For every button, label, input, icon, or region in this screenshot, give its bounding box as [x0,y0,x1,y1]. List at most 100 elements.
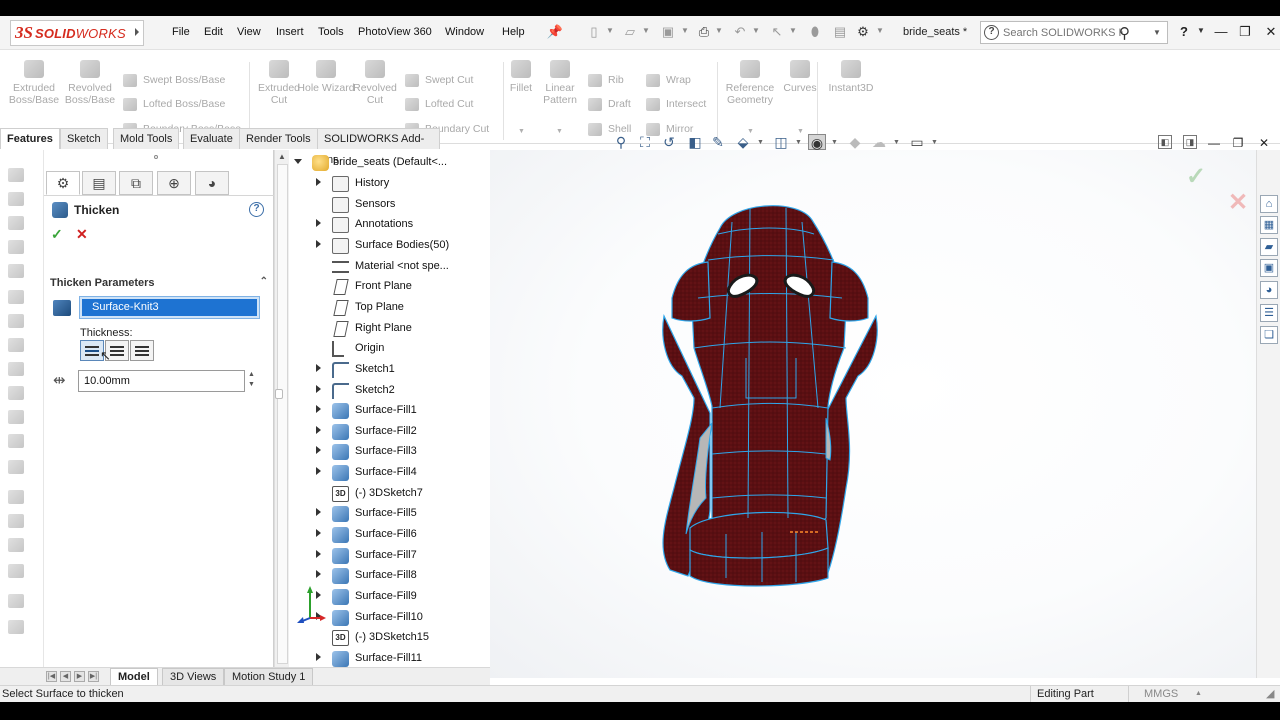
draft-button[interactable]: Draft [588,96,631,112]
tree-item[interactable]: Front Plane [290,277,490,297]
menu-insert[interactable]: Insert [276,26,304,38]
help-search-input[interactable] [1003,25,1123,41]
zoom-to-fit-icon[interactable]: ⚲ [612,134,630,150]
unit-dropdown-icon[interactable]: ▲ [1195,690,1202,697]
strip-draft-icon[interactable] [8,490,24,504]
apply-scene-icon[interactable]: ☁ [870,134,888,150]
strip-extrude-icon[interactable] [8,168,24,182]
strip-swept-cut-icon[interactable] [8,362,24,376]
undo-icon[interactable]: ↶ [731,24,749,40]
zoom-to-area-icon[interactable]: ⛶ [636,134,654,150]
scroll-thumb[interactable] [277,164,288,664]
surface-selection-box[interactable]: Surface-Knit3 [79,296,260,319]
tree-item[interactable]: 3D (-) 3DSketch15 [290,628,490,648]
swept-cut-button[interactable]: Swept Cut [405,72,473,88]
thicken-side2-button[interactable] [130,340,154,361]
strip-boundary-icon[interactable] [8,264,24,278]
restore-button[interactable]: ❐ [1237,24,1253,40]
tree-item[interactable]: Surface-Fill7 [290,546,490,566]
tree-item[interactable]: Surface-Fill1 [290,401,490,421]
tab-render-tools[interactable]: Render Tools [239,128,318,149]
reference-geometry-button[interactable]: Reference Geometry [718,60,782,106]
prev-tab-icon[interactable]: ◀ [60,671,71,682]
revolved-cut-button[interactable]: Revolved Cut [345,60,405,106]
tree-item[interactable]: Sensors [290,195,490,215]
tree-item[interactable]: History [290,174,490,194]
tab-display-manager[interactable]: ◕ [195,171,229,195]
print-dropdown-icon[interactable]: ▼ [715,26,723,35]
strip-revolve-cut-icon[interactable] [8,338,24,352]
search-magnifier-icon[interactable]: ⚲ [1119,24,1130,42]
minimize-button[interactable]: — [1213,24,1229,40]
last-tab-icon[interactable]: ▶| [88,671,99,682]
display-style-dropdown-icon[interactable]: ▼ [795,139,802,146]
pin-menu-icon[interactable]: 📌 [546,24,564,40]
close-button[interactable]: ✕ [1263,24,1279,40]
custom-properties-icon[interactable]: ☰ [1260,304,1278,322]
graphics-area[interactable] [490,150,1256,678]
tab-feature-manager[interactable]: ▤ [82,171,116,195]
options-dropdown-icon[interactable]: ▼ [876,26,884,35]
file-explorer-icon[interactable]: ▰ [1260,238,1278,256]
thickness-spinner[interactable]: ▲ ▼ [248,370,255,390]
strip-revolve-icon[interactable] [8,192,24,206]
tree-root[interactable]: bride_seats (Default<... [290,153,490,173]
view-settings-icon[interactable]: ▭ [908,134,926,150]
strip-lofted-cut-icon[interactable] [8,386,24,400]
strip-instant3d-icon[interactable] [8,620,24,634]
expand-icon[interactable] [316,549,321,558]
curves-dropdown-icon[interactable]: ▼ [797,128,804,135]
view-orientation-icon[interactable]: ⬙ [734,134,752,150]
spin-down-icon[interactable]: ▼ [248,380,255,390]
viewport-split-left-icon[interactable]: ◧ [1158,135,1172,149]
tree-item[interactable]: Right Plane [290,319,490,339]
menu-tools[interactable]: Tools [318,26,344,38]
solidworks-resources-icon[interactable]: ⌂ [1260,195,1278,213]
help-button[interactable]: ? [249,202,264,217]
panel-grip-icon[interactable] [154,155,158,159]
tree-item[interactable]: Surface-Fill5 [290,504,490,524]
menu-file[interactable]: File [172,26,190,38]
strip-hole-icon[interactable] [8,314,24,328]
apply-scene-dropdown-icon[interactable]: ▼ [893,139,900,146]
tree-item[interactable]: Surface-Fill6 [290,525,490,545]
menu-edit[interactable]: Edit [204,26,223,38]
doc-minimize-button[interactable]: — [1206,135,1222,151]
confirm-cancel-icon[interactable]: ✕ [1228,188,1248,217]
strip-shell-icon[interactable] [8,514,24,528]
viewport-split-right-icon[interactable]: ◨ [1183,135,1197,149]
file-properties-icon[interactable]: ▤ [831,24,849,40]
strip-curves-icon[interactable] [8,594,24,608]
select-dropdown-icon[interactable]: ▼ [789,26,797,35]
help-question-icon[interactable]: ? [1176,24,1192,40]
tab-configuration-manager[interactable]: ⧉ [119,171,153,195]
tab-motion-study[interactable]: Motion Study 1 [224,668,314,686]
resize-grip-icon[interactable]: ◢ [1266,687,1274,700]
tree-item[interactable]: Annotations [290,215,490,235]
print-icon[interactable]: ⎙ [695,24,713,40]
unit-system[interactable]: MMGS [1144,688,1178,700]
select-arrow-icon[interactable]: ↖ [768,24,786,40]
next-tab-icon[interactable]: ▶ [74,671,85,682]
expand-icon[interactable] [316,384,321,393]
view-orientation-dropdown-icon[interactable]: ▼ [757,139,764,146]
tab-sketch[interactable]: Sketch [60,128,108,149]
scroll-up-icon[interactable]: ▲ [278,152,286,161]
new-document-icon[interactable]: ▯ [585,24,603,40]
expand-icon[interactable] [316,570,321,579]
strip-reference-icon[interactable] [8,564,24,578]
save-icon[interactable]: ▣ [659,24,677,40]
view-palette-icon[interactable]: ▣ [1260,259,1278,277]
expand-icon[interactable] [316,508,321,517]
solidworks-logo-button[interactable]: 3S SOLIDWORKS [10,20,144,46]
strip-mirror-icon[interactable] [8,538,24,552]
expand-icon[interactable] [316,446,321,455]
strip-cut-icon[interactable] [8,290,24,304]
curves-button[interactable]: Curves [780,60,820,94]
expand-icon[interactable] [316,178,321,186]
section-view-icon[interactable]: ◧ [686,134,704,150]
collapse-icon[interactable] [294,159,302,164]
tree-item[interactable]: Sketch1 [290,360,490,380]
selected-surface-item[interactable]: Surface-Knit3 [82,299,257,316]
property-manager-scrollbar[interactable]: ▲ ▼ [274,150,289,678]
